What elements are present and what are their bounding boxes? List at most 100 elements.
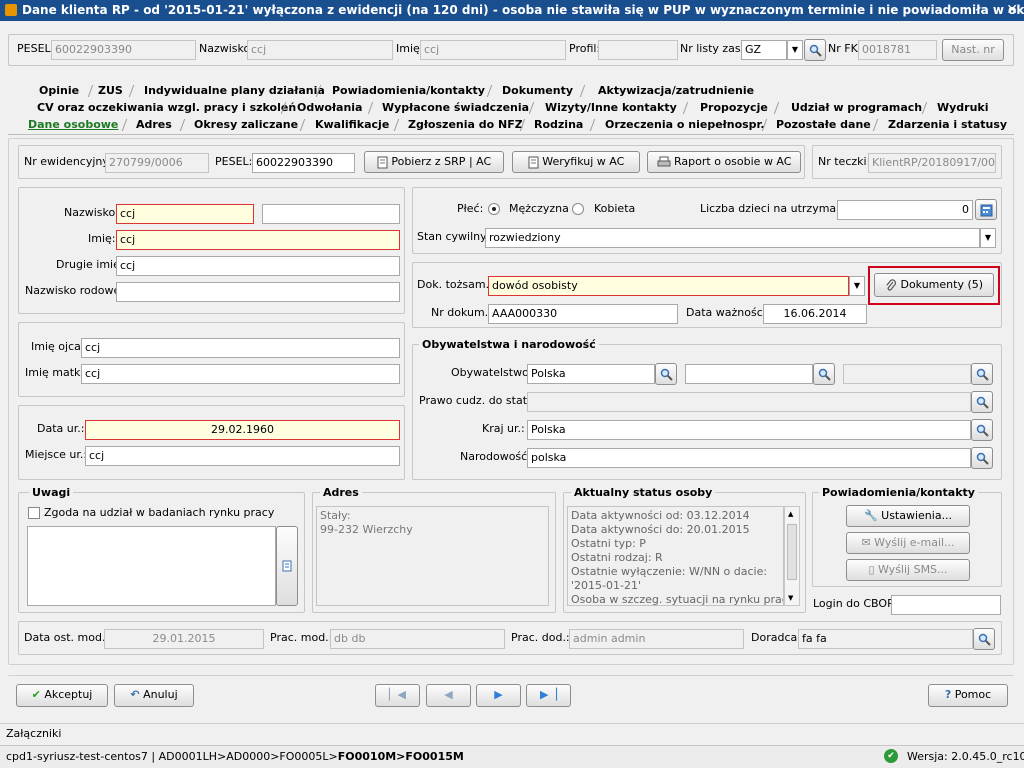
search-icon[interactable] (971, 363, 993, 385)
tab-odwolania[interactable]: Odwołania (297, 100, 362, 116)
nr-ewid-field[interactable]: 270799/0006 (105, 153, 209, 173)
tab-wizyty-inne-kontakty[interactable]: Wizyty/Inne kontakty (545, 100, 677, 116)
scroll-down-icon[interactable]: ▼ (788, 594, 793, 602)
search-icon[interactable] (804, 39, 826, 61)
header-profil-field[interactable] (598, 40, 678, 60)
doradca-field[interactable]: fa fa (798, 629, 973, 649)
previous-record-icon[interactable]: ◀ (426, 684, 471, 707)
obywatelstwo-3-field[interactable] (843, 364, 971, 384)
tab-aktywizacja-zatrudnienie[interactable]: Aktywizacja/zatrudnienie (598, 83, 754, 99)
tab-okresy-zaliczane[interactable]: Okresy zaliczane (194, 117, 298, 133)
gender-female-radio[interactable] (572, 203, 584, 215)
tab-wydruki[interactable]: Wydruki (937, 100, 989, 116)
zalaczniki-label[interactable]: Załączniki (6, 725, 61, 743)
search-icon[interactable] (971, 447, 993, 469)
chevron-down-icon[interactable]: ▼ (787, 40, 803, 60)
pobierz-label: Pobierz z SRP | AC (391, 155, 492, 168)
status-scrollbar[interactable]: ▲ ▼ (784, 506, 800, 606)
login-cbop-field[interactable] (891, 595, 1001, 615)
header-nr-listy-field[interactable]: GZ (741, 40, 787, 60)
tab-orzeczenia-o-niepelnospr[interactable]: Orzeczenia o niepełnospr. (605, 117, 765, 133)
prac-dod-field[interactable]: admin admin (569, 629, 744, 649)
sms-button[interactable]: ▯ Wyślij SMS... (846, 559, 970, 581)
imie-matki-field[interactable]: ccj (81, 364, 400, 384)
nr-dok-field[interactable]: AAA000330 (488, 304, 678, 324)
tab-rodzina[interactable]: Rodzina (534, 117, 583, 133)
pobierz-srp-button[interactable]: Pobierz z SRP | AC (364, 151, 504, 173)
email-button[interactable]: ✉ Wyślij e-mail... (846, 532, 970, 554)
nazwisko-field[interactable]: ccj (116, 204, 254, 224)
first-record-icon[interactable]: ▏◀ (375, 684, 420, 707)
raport-button[interactable]: Raport o osobie w AC (647, 151, 801, 173)
nazwisko-rodowe-field[interactable] (116, 282, 400, 302)
narodowosc-field[interactable]: polska (527, 448, 971, 468)
pomoc-button[interactable]: ? Pomoc (928, 684, 1008, 707)
search-icon[interactable] (971, 419, 993, 441)
data-mod-field[interactable]: 29.01.2015 (104, 629, 264, 649)
obywatelstwo-field[interactable]: Polska (527, 364, 655, 384)
tab-dane-osobowe[interactable]: Dane osobowe (28, 117, 118, 133)
tab-zus[interactable]: ZUS (98, 83, 123, 99)
drugie-imie-field[interactable]: ccj (116, 256, 400, 276)
obywatelstwo-2-field[interactable] (685, 364, 813, 384)
chevron-down-icon[interactable]: ▼ (980, 228, 996, 248)
calculator-icon[interactable] (975, 199, 997, 220)
app-icon (5, 4, 17, 16)
header-pesel-field[interactable]: 60022903390 (51, 40, 196, 60)
next-record-icon[interactable]: ▶ (476, 684, 521, 707)
search-icon[interactable] (973, 628, 995, 650)
header-imie-field[interactable]: ccj (420, 40, 566, 60)
idrow-pesel-field[interactable]: 60022903390 (252, 153, 355, 173)
tab-cv-oraz-oczekiwania-wzgl-pracy-i-szkolen[interactable]: CV oraz oczekiwania wzgl. pracy i szkole… (37, 100, 296, 116)
uwagi-textarea[interactable] (27, 526, 276, 606)
tab-adres[interactable]: Adres (136, 117, 172, 133)
header-nazwisko-field[interactable]: ccj (247, 40, 393, 60)
tab-zdarzenia-i-statusy[interactable]: Zdarzenia i statusy (888, 117, 1007, 133)
tab-indywidualne-plany-dzialania[interactable]: Indywidualne plany działania (144, 83, 325, 99)
zgoda-checkbox[interactable] (28, 507, 40, 519)
imie-ojca-field[interactable]: ccj (81, 338, 400, 358)
note-icon[interactable] (276, 526, 298, 606)
imie-field[interactable]: ccj (116, 230, 400, 250)
search-icon[interactable] (655, 363, 677, 385)
scroll-up-icon[interactable]: ▲ (788, 510, 793, 518)
status-line: Osoba w szczeg. sytuacji na rynku pracy: (571, 593, 784, 606)
nazwisko-second-field[interactable] (262, 204, 400, 224)
search-icon[interactable] (813, 363, 835, 385)
ustawienia-button[interactable]: 🔧 Ustawienia... (846, 505, 970, 527)
waznosc-field[interactable]: 16.06.2014 (763, 304, 867, 324)
search-icon[interactable] (971, 391, 993, 413)
tab-zgloszenia-do-nfz[interactable]: Zgłoszenia do NFZ (408, 117, 523, 133)
gender-male-radio[interactable] (488, 203, 500, 215)
tab-udzial-w-programach[interactable]: Udział w programach (791, 100, 922, 116)
header-nr-fk-field[interactable]: 0018781 (858, 40, 937, 60)
last-record-icon[interactable]: ▶▕ (526, 684, 571, 707)
tab-dokumenty[interactable]: Dokumenty (502, 83, 573, 99)
weryfikuj-button[interactable]: Weryfikuj w AC (512, 151, 640, 173)
stan-cywilny-select[interactable]: rozwiedziony (485, 228, 980, 248)
tab-powiadomienia-kontakty[interactable]: Powiadomienia/kontakty (332, 83, 485, 99)
tab-separator (128, 85, 135, 97)
prac-mod-field[interactable]: db db (330, 629, 505, 649)
data-ur-field[interactable]: 29.02.1960 (85, 420, 400, 440)
scroll-thumb[interactable] (787, 524, 797, 580)
nr-teczki-field[interactable]: KlientRP/20180917/00099 (868, 153, 996, 173)
miejsce-ur-field[interactable]: ccj (85, 446, 400, 466)
akceptuj-button[interactable]: ✔ Akceptuj (16, 684, 108, 707)
tab-wyplacone-swiadczenia[interactable]: Wypłacone świadczenia (382, 100, 529, 116)
next-number-button[interactable]: Nast. nr (942, 39, 1004, 61)
prawo-cudz-field[interactable] (527, 392, 971, 412)
parents-panel (18, 322, 405, 397)
tab-opinie[interactable]: Opinie (39, 83, 79, 99)
tab-propozycje[interactable]: Propozycje (700, 100, 768, 116)
dokumenty-button[interactable]: Dokumenty (5) (874, 273, 994, 297)
chevron-down-icon[interactable]: ▼ (849, 276, 865, 296)
tab-kwalifikacje[interactable]: Kwalifikacje (315, 117, 389, 133)
tab-pozostale-dane[interactable]: Pozostałe dane (776, 117, 871, 133)
dok-tozsam-select[interactable]: dowód osobisty (488, 276, 849, 296)
status-line: Data aktywności do: 20.01.2015 (571, 523, 750, 536)
close-icon[interactable]: ✕ (1006, 0, 1018, 21)
kraj-ur-field[interactable]: Polska (527, 420, 971, 440)
anuluj-button[interactable]: ↶ Anuluj (114, 684, 194, 707)
dzieci-field[interactable]: 0 (837, 200, 973, 220)
